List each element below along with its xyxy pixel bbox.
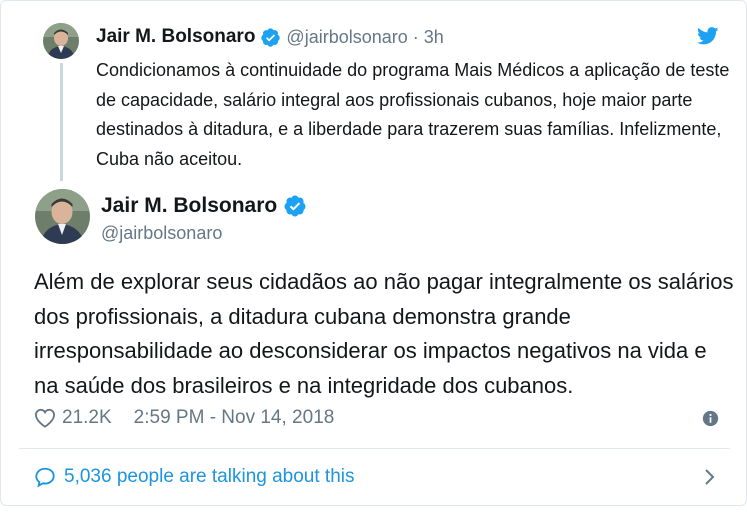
conversation-link[interactable]: 5,036 people are talking about this [34,461,720,493]
speech-bubble-icon [35,467,55,488]
heart-icon[interactable] [34,408,56,428]
parent-author-handle[interactable]: @jairbolsonaro · 3h [286,27,443,48]
tweet-embed-card: Jair M. Bolsonaro @jairbolsonaro · 3h Co… [0,0,747,506]
parent-avatar[interactable] [43,23,79,59]
tweet-text: Além de explorar seus cidadãos ao não pa… [34,269,734,398]
tweet-timestamp[interactable]: 2:59 PM - Nov 14, 2018 [134,407,335,429]
parent-header: Jair M. Bolsonaro @jairbolsonaro · 3h [96,25,444,49]
verified-badge-icon [284,195,306,217]
parent-tweet-text: Condicionamos à continuidade do programa… [96,60,730,169]
tweet-meta-row: 21.2K 2:59 PM - Nov 14, 2018 [34,404,719,432]
chevron-right-icon[interactable] [704,468,716,486]
info-icon[interactable] [702,410,719,427]
thread-connector-line [60,63,63,181]
author-handle[interactable]: @jairbolsonaro [101,223,222,244]
verified-badge-icon [261,27,281,47]
author-avatar[interactable] [35,189,90,244]
like-count[interactable]: 21.2K [62,407,112,429]
divider [19,448,730,449]
talking-count-text[interactable]: 5,036 people are talking about this [64,466,355,488]
twitter-bird-icon[interactable] [697,27,719,45]
parent-author-name[interactable]: Jair M. Bolsonaro [96,26,255,48]
author-name[interactable]: Jair M. Bolsonaro [101,194,277,218]
author-name-row: Jair M. Bolsonaro [101,194,307,218]
